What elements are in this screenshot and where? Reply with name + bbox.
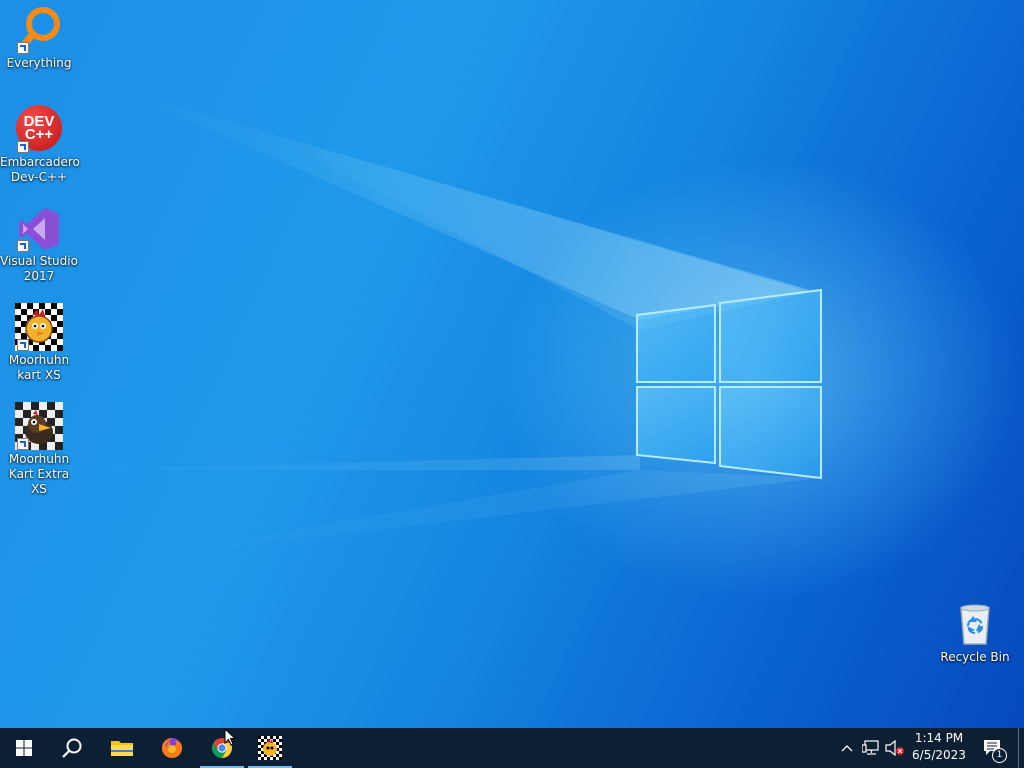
network-icon	[862, 740, 879, 755]
show-hidden-icons-button[interactable]	[836, 728, 858, 768]
taskbar: 1:14 PM 6/5/2023 1	[0, 728, 1024, 768]
visual-studio-icon	[15, 204, 63, 252]
firefox-icon	[162, 738, 182, 758]
moorhuhn-kart-extra-icon	[15, 402, 63, 450]
desktop-icon-recycle-bin[interactable]: Recycle Bin	[936, 600, 1014, 665]
desktop-icon-label: Embarcadero Dev-C++	[0, 155, 80, 184]
devcpp-icon: DEV C++	[15, 105, 63, 153]
shortcut-arrow-icon	[17, 339, 29, 351]
windows-logo-wallpaper	[636, 288, 822, 480]
chevron-up-icon	[841, 745, 853, 752]
shortcut-arrow-icon	[17, 240, 29, 252]
notification-count-badge: 1	[992, 748, 1007, 763]
volume-muted-icon	[885, 740, 904, 756]
clock-time: 1:14 PM	[914, 731, 964, 745]
everything-search-icon	[15, 6, 63, 54]
desktop-icon-label: Everything	[6, 56, 72, 70]
moorhuhn-kart-icon	[15, 303, 63, 351]
mouse-cursor-icon	[224, 728, 236, 746]
moorhuhn-kart-icon	[258, 736, 282, 760]
desktop-icon-moorhuhn-kart-xs[interactable]: Moorhuhn kart XS	[0, 303, 78, 383]
clock-date: 6/5/2023	[912, 748, 966, 762]
desktop-background: Everything DEV C++ Embarcadero Dev-C++ V…	[0, 0, 1024, 728]
taskbar-clock[interactable]: 1:14 PM 6/5/2023	[906, 730, 972, 766]
devcpp-logo-text: DEV C++	[23, 113, 55, 143]
action-center-button[interactable]: 1	[978, 728, 1008, 768]
taskbar-firefox[interactable]	[148, 728, 196, 768]
desktop-icon-devcpp[interactable]: DEV C++ Embarcadero Dev-C++	[0, 105, 80, 185]
desktop-icon-moorhuhn-kart-extra-xs[interactable]: Moorhuhn Kart Extra XS	[0, 402, 78, 497]
desktop-icon-label: Recycle Bin	[940, 650, 1010, 664]
taskbar-chrome[interactable]	[198, 728, 246, 768]
desktop-icon-label: Visual Studio 2017	[0, 254, 78, 283]
shortcut-arrow-icon	[17, 42, 29, 54]
taskbar-search-button[interactable]	[48, 728, 96, 768]
show-desktop-button[interactable]	[1019, 728, 1024, 768]
search-icon	[62, 738, 82, 758]
desktop-icon-label: Moorhuhn Kart Extra XS	[8, 452, 70, 496]
taskbar-file-explorer[interactable]	[98, 728, 146, 768]
network-tray-button[interactable]	[860, 728, 882, 768]
shortcut-arrow-icon	[17, 438, 29, 450]
recycle-bin-icon	[951, 600, 999, 648]
file-explorer-icon	[111, 741, 133, 756]
taskbar-moorhuhn-kart[interactable]	[246, 728, 294, 768]
desktop-icon-visual-studio[interactable]: Visual Studio 2017	[0, 204, 78, 284]
start-icon	[16, 740, 32, 756]
shortcut-arrow-icon	[17, 141, 29, 153]
desktop-icon-everything[interactable]: Everything	[0, 6, 78, 71]
desktop-icon-label: Moorhuhn kart XS	[8, 353, 70, 382]
start-button[interactable]	[0, 728, 48, 768]
volume-tray-button[interactable]	[884, 728, 906, 768]
